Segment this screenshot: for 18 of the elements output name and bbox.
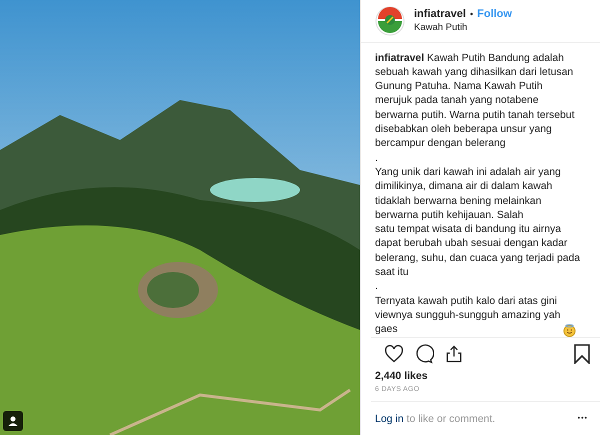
username[interactable]: infiatravel [414, 8, 466, 20]
caption-text: Ternyata kawah putih kalo dari atas gini viewnya sungguh-sungguh amazing yah gaes [375, 294, 560, 338]
caption-text: infiatravel Kawah Putih Bandung adalah sebuah kawah yang dihasilkan dari letusan Gunung Patuha. Nama Kawah Putih merujuk pada tanah yang notabene berwarna putih. Warna putih tanah tersebut disebabkan oleh beberapa unsur yang bercampur dengan belerang [375, 52, 576, 152]
login-prompt: Log in to like or comment. [375, 412, 496, 425]
bookmark-icon[interactable] [574, 344, 590, 364]
heart-icon[interactable] [384, 344, 404, 364]
separator-dot: • [470, 9, 474, 20]
caption-text: . [375, 280, 379, 294]
person-tag-icon[interactable] [3, 411, 23, 431]
likes-count[interactable]: 2,440 likes [361, 368, 600, 384]
caption-text: Yang unik dari kawah ini adalah air yang dimilikinya, dimana air di dalam kawah tidaklah berwarna bening melainkan berwarna putih kehijauan. Salah satu tempat wisata di bandung itu airnya dapat berubah ubah sesuai dengan kadar belerang, suhu, dan cuaca yang terjadi pada saat itu [375, 166, 582, 280]
comment-icon[interactable] [414, 344, 434, 364]
caption-text: . [375, 152, 379, 166]
location-link[interactable]: Kawah Putih [414, 22, 512, 34]
login-link[interactable]: Log in [375, 412, 404, 425]
share-icon[interactable] [444, 344, 464, 364]
profile-avatar[interactable] [375, 6, 405, 36]
smiley-icon [563, 324, 576, 338]
